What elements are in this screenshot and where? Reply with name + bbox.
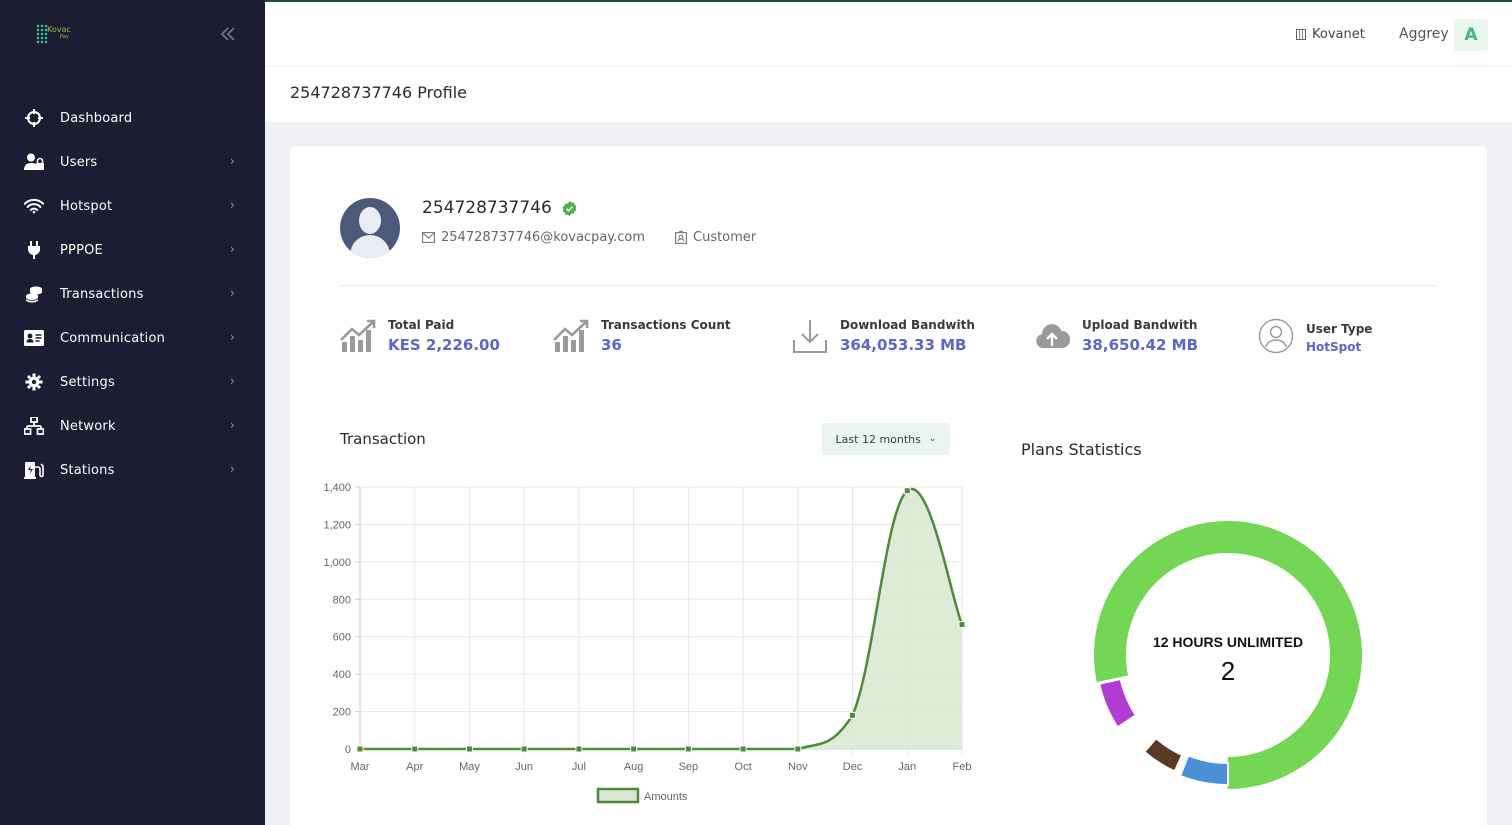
x-tick-label: Jan (898, 761, 916, 773)
donut-slice (1178, 754, 1229, 787)
donut-slice (1142, 736, 1184, 773)
data-point (849, 711, 857, 719)
y-tick-label: 1,200 (323, 519, 351, 531)
y-tick-label: 600 (333, 632, 351, 644)
x-tick-label: Apr (406, 761, 423, 773)
transaction-chart: 0 200 400 600 800 1,000 1,200 1,400 Mar Apr May Jun… (323, 482, 972, 804)
data-point (630, 745, 638, 753)
data-point (411, 745, 419, 753)
data-point (739, 745, 747, 753)
x-tick-label: May (459, 761, 480, 773)
y-tick-label: 1,400 (323, 482, 351, 494)
donut-slice (1228, 521, 1362, 789)
data-point (575, 745, 583, 753)
x-tick-label: Sep (679, 761, 699, 773)
plans-donut (1094, 521, 1362, 789)
charts-layer: 0 200 400 600 800 1,000 1,200 1,400 Mar Apr May Jun… (323, 482, 1362, 804)
data-point (465, 745, 473, 753)
data-point (520, 745, 528, 753)
x-tick-label: Dec (843, 761, 863, 773)
y-tick-label: 1,000 (323, 557, 351, 569)
x-tick-label: Nov (788, 761, 808, 773)
x-tick-label: Feb (953, 761, 972, 773)
chart-legend: Amounts (596, 787, 688, 804)
y-tick-label: 800 (333, 594, 351, 606)
data-point (356, 745, 364, 753)
data-point (958, 621, 966, 629)
donut-center-value: 2 (1220, 656, 1236, 686)
y-tick-label: 0 (345, 744, 351, 756)
series-area-amounts (360, 488, 962, 749)
data-point (684, 745, 692, 753)
x-tick-label: Jun (515, 761, 533, 773)
x-tick-label: Oct (735, 761, 752, 773)
y-tick-label: 400 (333, 669, 351, 681)
x-tick-label: Mar (351, 761, 370, 773)
data-point (794, 745, 802, 753)
x-tick-label: Jul (572, 761, 586, 773)
data-point (903, 487, 911, 495)
legend-swatch (596, 787, 640, 804)
y-tick-label: 200 (333, 707, 351, 719)
legend-label: Amounts (644, 791, 688, 803)
donut-center-label: 12 HOURS UNLIMITED (1152, 634, 1304, 650)
x-tick-label: Aug (624, 761, 644, 773)
